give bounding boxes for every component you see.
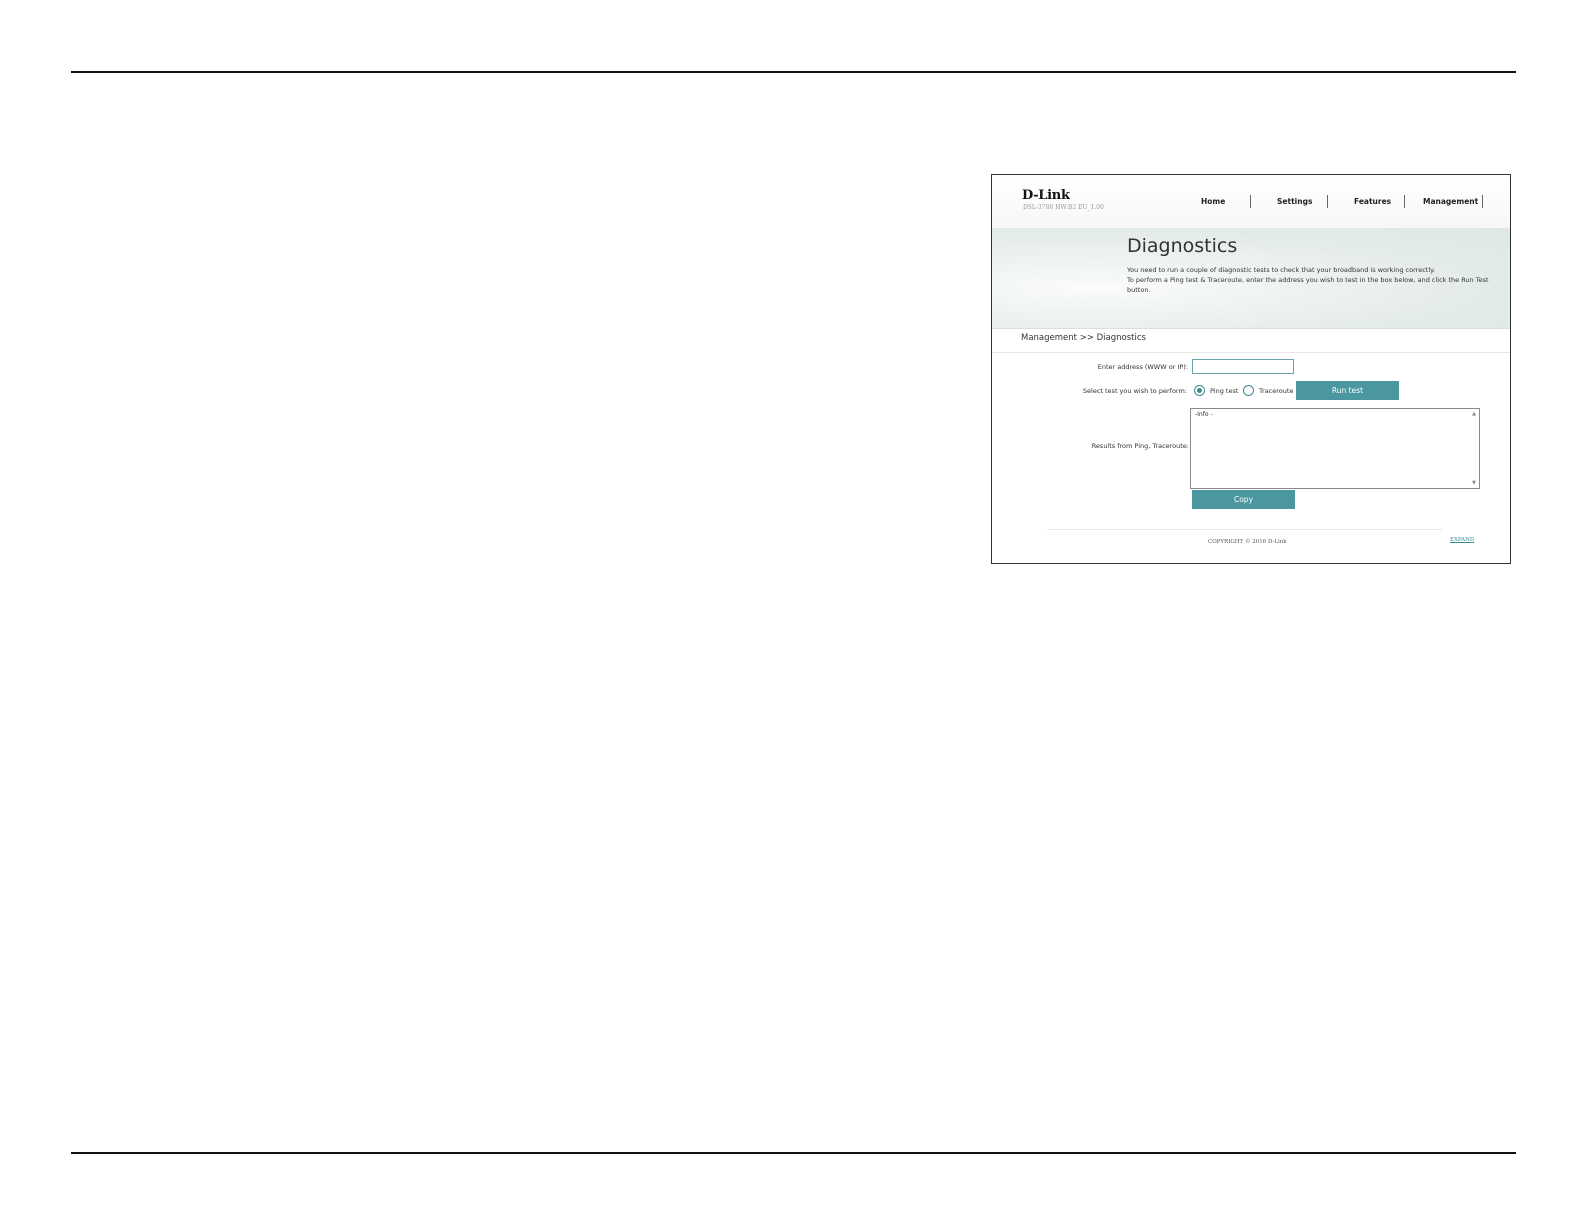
description-line: You need to run a couple of diagnostic t… [1127,266,1436,274]
nav-management[interactable]: Management [1423,197,1478,206]
router-header: D-Link DSL-3788 HW:B2 EU_1.00 Home Setti… [992,175,1510,229]
description-line: button. [1127,286,1151,294]
divider [992,352,1510,353]
d-link-logo: D-Link [1022,188,1070,203]
copyright-text: COPYRIGHT © 2016 D-Link [1208,539,1287,545]
traceroute-radio[interactable] [1243,385,1254,396]
ping-test-label[interactable]: Ping test [1210,387,1238,395]
bottom-rule [71,1152,1516,1154]
top-rule [71,71,1516,73]
nav-separator [1250,195,1251,208]
page-title: Diagnostics [1127,235,1238,257]
nav-separator [1327,195,1328,208]
results-label: Results from Ping, Traceroute: [1091,442,1189,450]
nav-separator [1482,195,1483,208]
scroll-down-icon[interactable]: ▼ [1472,480,1476,486]
nav-features[interactable]: Features [1354,197,1391,206]
traceroute-label[interactable]: Traceroute [1259,387,1293,395]
copy-button[interactable]: Copy [1192,490,1295,509]
description-line: To perform a Ping test & Traceroute, ent… [1127,276,1489,284]
address-label: Enter address (WWW or IP): [1097,363,1188,371]
results-text: -Info - [1195,411,1213,418]
breadcrumb: Management >> Diagnostics [1021,333,1146,343]
nav-separator [1404,195,1405,208]
router-ui-screenshot: D-Link DSL-3788 HW:B2 EU_1.00 Home Setti… [991,174,1511,564]
address-input[interactable] [1192,359,1294,374]
page-description: You need to run a couple of diagnostic t… [1127,265,1489,295]
nav-home[interactable]: Home [1201,197,1225,206]
test-type-label: Select test you wish to perform: [1082,387,1187,395]
ping-test-radio[interactable] [1194,385,1205,396]
page-banner: Diagnostics You need to run a couple of … [992,228,1510,329]
model-info: DSL-3788 HW:B2 EU_1.00 [1023,204,1104,211]
nav-settings[interactable]: Settings [1277,197,1312,206]
scroll-up-icon[interactable]: ▲ [1472,411,1476,417]
footer-link[interactable]: EXPAND [1450,537,1474,543]
footer-divider [1047,529,1442,530]
run-test-button[interactable]: Run test [1296,381,1399,400]
radio-selected-dot [1197,388,1202,393]
results-textarea[interactable]: -Info - ▲ ▼ [1190,408,1480,489]
